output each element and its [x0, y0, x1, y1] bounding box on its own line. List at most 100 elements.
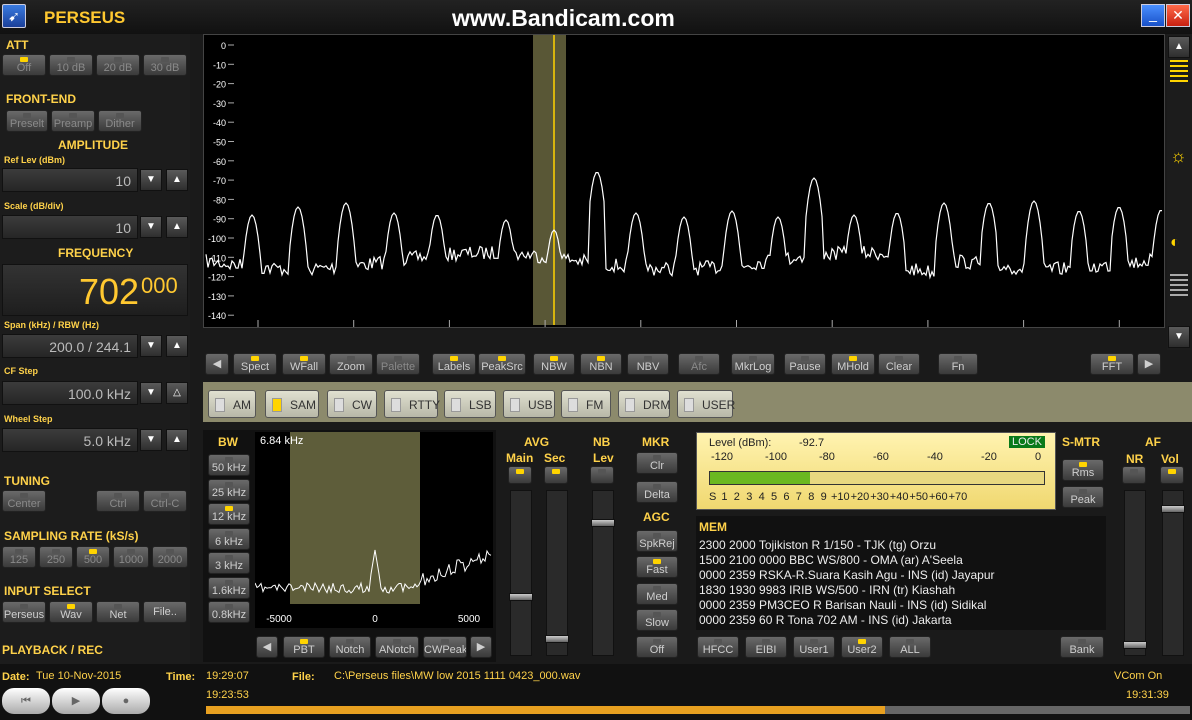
rate-125-button[interactable]: 125 — [2, 546, 36, 568]
bw-1.6khz-button[interactable]: 1.6kHz — [208, 576, 250, 599]
mem-row[interactable]: 2300 2000 Tojikiston R 1/150 - TJK (tg) … — [699, 538, 995, 553]
mkr-delta-button[interactable]: Delta — [636, 481, 678, 503]
toolbar-peaksrc-button[interactable]: PeakSrc — [478, 353, 526, 375]
span-field[interactable]: 200.0 / 244.1 — [2, 334, 138, 358]
mem-row[interactable]: 0000 2359 60 R Tona 702 AM - INS (id) Ja… — [699, 613, 995, 628]
toolbar-zoom-button[interactable]: Zoom — [329, 353, 373, 375]
scale-up-button[interactable]: ▲ — [166, 216, 188, 238]
mode-usb-button[interactable]: USB — [503, 390, 555, 418]
cf-step-down-button[interactable]: ▼ — [140, 382, 162, 404]
agc-slow-button[interactable]: Slow — [636, 609, 678, 631]
mode-drm-button[interactable]: DRM — [618, 390, 670, 418]
ref-level-down-button[interactable]: ▼ — [140, 169, 162, 191]
brightness-icon[interactable]: ☼ — [1170, 146, 1187, 167]
mem-user1-button[interactable]: User1 — [793, 636, 835, 658]
play-button[interactable]: ▶ — [52, 688, 100, 714]
nr-slider[interactable] — [1123, 490, 1147, 656]
bw-25khz-button[interactable]: 25 kHz — [208, 478, 250, 501]
spectrum-panel[interactable]: 0 -10 -20 -30 -40 -50 -60 -70 -80 -90 -100 -110 -120… — [203, 34, 1165, 328]
nb-level-slider[interactable] — [591, 490, 615, 656]
input-file-button[interactable]: File.. — [143, 601, 187, 623]
mode-cw-button[interactable]: CW — [327, 390, 377, 418]
toolbar-nbn-button[interactable]: NBN — [580, 353, 622, 375]
rate-1000-button[interactable]: 1000 — [113, 546, 149, 568]
mkr-clear-button[interactable]: Clr — [636, 452, 678, 474]
mem-row[interactable]: 1830 1930 9983 IRIB WS/500 - IRN (tr) Ki… — [699, 583, 995, 598]
nb-toggle[interactable] — [590, 466, 614, 484]
agc-fast-button[interactable]: Fast — [636, 556, 678, 578]
toolbar-palette-button[interactable]: Palette — [376, 353, 420, 375]
center-button[interactable]: Center — [2, 490, 46, 512]
anotch-button[interactable]: ANotch — [375, 636, 419, 658]
toolbar-clear-button[interactable]: Clear — [878, 353, 920, 375]
bw-6khz-button[interactable]: 6 kHz — [208, 527, 250, 550]
cf-step-field[interactable]: 100.0 kHz — [2, 381, 138, 405]
att-20db-button[interactable]: 20 dB — [96, 54, 140, 76]
rate-2000-button[interactable]: 2000 — [152, 546, 188, 568]
vol-toggle[interactable] — [1160, 466, 1184, 484]
pbt-button[interactable]: PBT — [283, 636, 325, 658]
att-10db-button[interactable]: 10 dB — [49, 54, 93, 76]
smtr-rms-button[interactable]: Rms — [1062, 459, 1104, 481]
bw-right-button[interactable]: ▶ — [470, 636, 492, 658]
contrast-icon[interactable]: ◐ — [1170, 234, 1180, 252]
avg-sec-toggle[interactable] — [544, 466, 568, 484]
toolbar-pause-button[interactable]: Pause — [784, 353, 826, 375]
level-icon[interactable] — [1170, 60, 1188, 84]
avg-main-toggle[interactable] — [508, 466, 532, 484]
toolbar-spect-button[interactable]: Spect — [233, 353, 277, 375]
scroll-left-button[interactable]: ◀ — [205, 353, 229, 375]
dither-button[interactable]: Dither — [98, 110, 142, 132]
toolbar-nbw-button[interactable]: NBW — [533, 353, 575, 375]
wheel-step-down-button[interactable]: ▼ — [140, 429, 162, 451]
scroll-right-button[interactable]: ▶ — [1137, 353, 1161, 375]
mode-sam-button[interactable]: SAM — [265, 390, 319, 418]
wheel-step-field[interactable]: 5.0 kHz — [2, 428, 138, 452]
rate-250-button[interactable]: 250 — [39, 546, 73, 568]
span-up-button[interactable]: ▲ — [166, 335, 188, 357]
toolbar-fft-button[interactable]: FFT — [1090, 353, 1134, 375]
notch-button[interactable]: Notch — [329, 636, 371, 658]
toolbar-mkrlog-button[interactable]: MkrLog — [731, 353, 775, 375]
agc-off-button[interactable]: Off — [636, 636, 678, 658]
frequency-display[interactable]: 702 000 — [2, 264, 188, 316]
cwpeak-button[interactable]: CWPeak — [423, 636, 467, 658]
bw-display[interactable]: -5000 0 5000 6.84 kHz — [255, 432, 493, 628]
mode-fm-button[interactable]: FM — [561, 390, 611, 418]
att-off-button[interactable]: Off — [2, 54, 46, 76]
minimize-button[interactable]: _ — [1141, 4, 1165, 27]
preselector-button[interactable]: Preselt — [6, 110, 48, 132]
avg-main-slider[interactable] — [509, 490, 533, 656]
wheel-step-up-button[interactable]: ▲ — [166, 429, 188, 451]
avg-sec-slider[interactable] — [545, 490, 569, 656]
mem-hfcc-button[interactable]: HFCC — [697, 636, 739, 658]
mode-rtty-button[interactable]: RTTY — [384, 390, 440, 418]
scroll-down-button[interactable]: ▼ — [1168, 326, 1190, 348]
toolbar-labels-button[interactable]: Labels — [432, 353, 476, 375]
input-net-button[interactable]: Net — [96, 601, 140, 623]
mem-list[interactable]: 2300 2000 Tojikiston R 1/150 - TJK (tg) … — [699, 538, 995, 628]
bw-12khz-button[interactable]: 12 kHz — [208, 503, 250, 525]
scale-down-button[interactable]: ▼ — [140, 216, 162, 238]
mode-lsb-button[interactable]: LSB — [444, 390, 496, 418]
mem-row[interactable]: 1500 2100 0000 BBC WS/800 - OMA (ar) A'S… — [699, 553, 995, 568]
toolbar-wfall-button[interactable]: WFall — [282, 353, 326, 375]
toolbar-fn-button[interactable]: Fn — [938, 353, 978, 375]
toolbar-mhold-button[interactable]: MHold — [831, 353, 875, 375]
volume-slider[interactable] — [1161, 490, 1185, 656]
mem-all-button[interactable]: ALL — [889, 636, 931, 658]
record-button[interactable]: ● — [102, 688, 150, 714]
agc-spkrej-button[interactable]: SpkRej — [636, 530, 678, 552]
ctrl-button[interactable]: Ctrl — [96, 490, 140, 512]
toolbar-afc-button[interactable]: Afc — [678, 353, 720, 375]
bw-0.8khz-button[interactable]: 0.8kHz — [208, 601, 250, 623]
mem-row[interactable]: 0000 2359 RSKA-R.Suara Kasih Agu - INS (… — [699, 568, 995, 583]
input-wav-button[interactable]: Wav — [49, 601, 93, 623]
rewind-button[interactable]: ⏮ — [2, 688, 50, 714]
input-perseus-button[interactable]: Perseus — [2, 601, 46, 623]
mem-row[interactable]: 0000 2359 PM3CEO R Barisan Nauli - INS (… — [699, 598, 995, 613]
close-button[interactable]: ✕ — [1166, 4, 1190, 27]
bw-left-button[interactable]: ◀ — [256, 636, 278, 658]
bw-50khz-button[interactable]: 50 kHz — [208, 454, 250, 476]
scroll-up-button[interactable]: ▲ — [1168, 36, 1190, 58]
